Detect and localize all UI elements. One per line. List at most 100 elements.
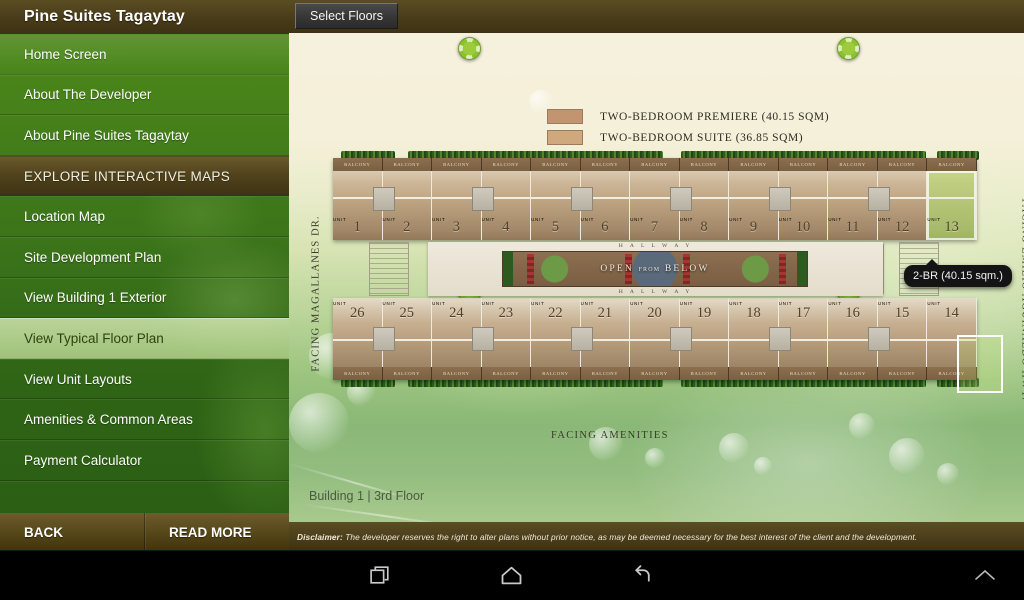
balcony-cell: BALCONY: [630, 158, 680, 171]
building-floor-caption: Building 1 | 3rd Floor: [309, 489, 425, 503]
floor-plan-unit-19[interactable]: UNIT 19: [669, 298, 730, 367]
unit-number-label: 11: [845, 219, 860, 235]
legend-swatch-premiere: [547, 109, 583, 124]
sidebar-item-location-map[interactable]: Location Map: [0, 196, 289, 237]
balcony-label: BALCONY: [492, 371, 520, 376]
legend-label-suite: TWO-BEDROOM SUITE (36.85 SQM): [600, 131, 804, 144]
balcony-cell: BALCONY: [729, 158, 779, 171]
floor-plan-unit-21[interactable]: UNIT 21: [570, 298, 631, 367]
atrium-word-open: OPEN: [600, 264, 634, 274]
floor-plan-unit-8[interactable]: UNIT 8: [669, 171, 730, 240]
floor-plan-unit-17[interactable]: UNIT 17: [768, 298, 829, 367]
floor-plan-unit-23[interactable]: UNIT 23: [471, 298, 532, 367]
legend-label-premiere: TWO-BEDROOM PREMIERE (40.15 SQM): [600, 110, 830, 123]
map-pin-marker[interactable]: [458, 37, 481, 60]
unit-number-label: 22: [548, 305, 563, 321]
floor-plan-wing-north: BALCONY BALCONY BALCONY BALCONY BALCONY BALCO…: [333, 158, 977, 240]
sidebar-item-payment-calculator[interactable]: Payment Calculator: [0, 439, 289, 481]
sidebar-item-view-unit-layouts[interactable]: View Unit Layouts: [0, 358, 289, 400]
floor-plan-unit-12[interactable]: UNIT 12: [867, 171, 928, 240]
sidebar-item-about-the-developer[interactable]: About The Developer: [0, 74, 289, 116]
balcony-label: BALCONY: [789, 162, 817, 167]
disclaimer-bar: Disclaimer: The developer reserves the r…: [289, 522, 1024, 551]
balcony-cell: BALCONY: [878, 367, 928, 380]
map-pin-marker[interactable]: [837, 37, 860, 60]
unit-word-label: UNIT: [679, 217, 694, 222]
unit-number-label: 20: [647, 305, 662, 321]
unit-tooltip: 2-BR (40.15 sqm.): [904, 259, 1012, 287]
unit-number-label: 24: [449, 305, 464, 321]
floor-plan-unit-15[interactable]: UNIT 15: [867, 298, 928, 367]
balcony-cell: BALCONY: [482, 367, 532, 380]
recents-icon[interactable]: [350, 551, 410, 600]
app-title: Pine Suites Tagaytay: [0, 0, 289, 34]
balcony-strip-north: BALCONY BALCONY BALCONY BALCONY BALCONY BALCO…: [333, 158, 977, 171]
balcony-label: BALCONY: [393, 371, 420, 376]
balcony-label: BALCONY: [591, 371, 619, 376]
unit-bathroom-block: [867, 187, 890, 211]
floor-plan-unit-10[interactable]: UNIT 10: [768, 171, 829, 240]
bokeh-dot: [719, 433, 749, 463]
unit-number-label: 7: [650, 219, 659, 235]
unit-word-label: UNIT: [630, 217, 644, 222]
balcony-label: BALCONY: [740, 162, 767, 167]
sidebar-item-view-typical-floor-plan[interactable]: View Typical Floor Plan: [0, 318, 289, 359]
open-from-below-label: OPEN FROM BELOW: [503, 264, 807, 274]
balcony-label: BALCONY: [344, 371, 371, 376]
floor-plan[interactable]: BALCONY BALCONY BALCONY BALCONY BALCONY BALCO…: [333, 151, 1003, 393]
sidebar-item-view-building-1-exterior[interactable]: View Building 1 Exterior: [0, 277, 289, 319]
read-more-button[interactable]: READ MORE: [144, 513, 289, 551]
unit-number-label: 18: [746, 305, 761, 321]
balcony-cell: BALCONY: [432, 158, 482, 171]
disclaimer-text: Disclaimer: The developer reserves the r…: [297, 532, 917, 542]
floor-plan-viewport[interactable]: TWO-BEDROOM PREMIERE (40.15 SQM) TWO-BED…: [289, 33, 1024, 522]
select-floors-button[interactable]: Select Floors: [295, 3, 398, 29]
unit-word-label: UNIT: [877, 301, 892, 306]
balcony-strip-south: BALCONY BALCONY BALCONY BALCONY BALCONY BALCO…: [333, 367, 977, 380]
unit-bathroom-block: [867, 327, 890, 351]
sidebar-item-amenities-common-areas[interactable]: Amenities & Common Areas: [0, 399, 289, 440]
balcony-cell: BALCONY: [828, 158, 878, 171]
floor-plan-unit-25[interactable]: UNIT 25: [372, 298, 433, 367]
sidebar-item-about-pine-suites-tagaytay[interactable]: About Pine Suites Tagaytay: [0, 115, 289, 156]
back-icon[interactable]: [611, 551, 671, 600]
home-icon[interactable]: [481, 551, 541, 600]
balcony-cell: BALCONY: [531, 367, 581, 380]
balcony-cell: BALCONY: [531, 158, 581, 171]
balcony-cell: BALCONY: [482, 158, 532, 171]
legend-item: TWO-BEDROOM PREMIERE (40.15 SQM): [547, 106, 829, 127]
bokeh-dot: [754, 457, 772, 475]
selected-unit-outline[interactable]: [957, 335, 1003, 393]
unit-bathroom-block: [372, 327, 395, 351]
unit-word-label: UNIT: [432, 301, 446, 306]
unit-number-label: 8: [700, 219, 708, 235]
unit-word-label: UNIT: [333, 217, 347, 222]
bokeh-dot: [645, 448, 665, 468]
chevron-up-icon[interactable]: [955, 551, 1015, 600]
facing-label-left: FACING MAGALLANES DR.: [310, 215, 322, 372]
balcony-label: BALCONY: [839, 162, 866, 167]
floor-plan-wing-south: UNIT 26 UNIT 25 UNIT 24 UNIT 23 UNIT 22 UNIT 21 UNIT…: [333, 298, 977, 380]
balcony-label: BALCONY: [888, 371, 916, 376]
balcony-label: BALCONY: [789, 371, 817, 376]
unit-number-label: 19: [696, 305, 712, 321]
unit-word-label: UNIT: [729, 301, 743, 306]
floor-plan-unit-13[interactable]: UNIT 13: [927, 171, 977, 240]
floor-plan-unit-2[interactable]: UNIT 2: [372, 171, 433, 240]
sidebar-item-site-development-plan[interactable]: Site Development Plan: [0, 236, 289, 278]
unit-number-label: 12: [894, 219, 910, 235]
floor-plan-unit-4[interactable]: UNIT 4: [471, 171, 532, 240]
back-button[interactable]: BACK: [0, 513, 144, 551]
balcony-cell: BALCONY: [878, 158, 928, 171]
unit-word-label: UNIT: [580, 301, 595, 306]
sidebar-menu: Home Screen About The Developer About Pine…: [0, 34, 289, 523]
legend-swatch-suite: [547, 130, 583, 145]
unit-number-label: 13: [944, 219, 959, 235]
bokeh-dot: [289, 393, 349, 453]
floor-plan-unit-6[interactable]: UNIT 6: [570, 171, 631, 240]
central-atrium: H A L L W A Y OPEN FROM BELOW H A L L W …: [428, 242, 883, 296]
balcony-cell: BALCONY: [927, 158, 977, 171]
sidebar-item-home-screen[interactable]: Home Screen: [0, 34, 289, 75]
balcony-label: BALCONY: [393, 162, 420, 167]
balcony-cell: BALCONY: [630, 367, 680, 380]
